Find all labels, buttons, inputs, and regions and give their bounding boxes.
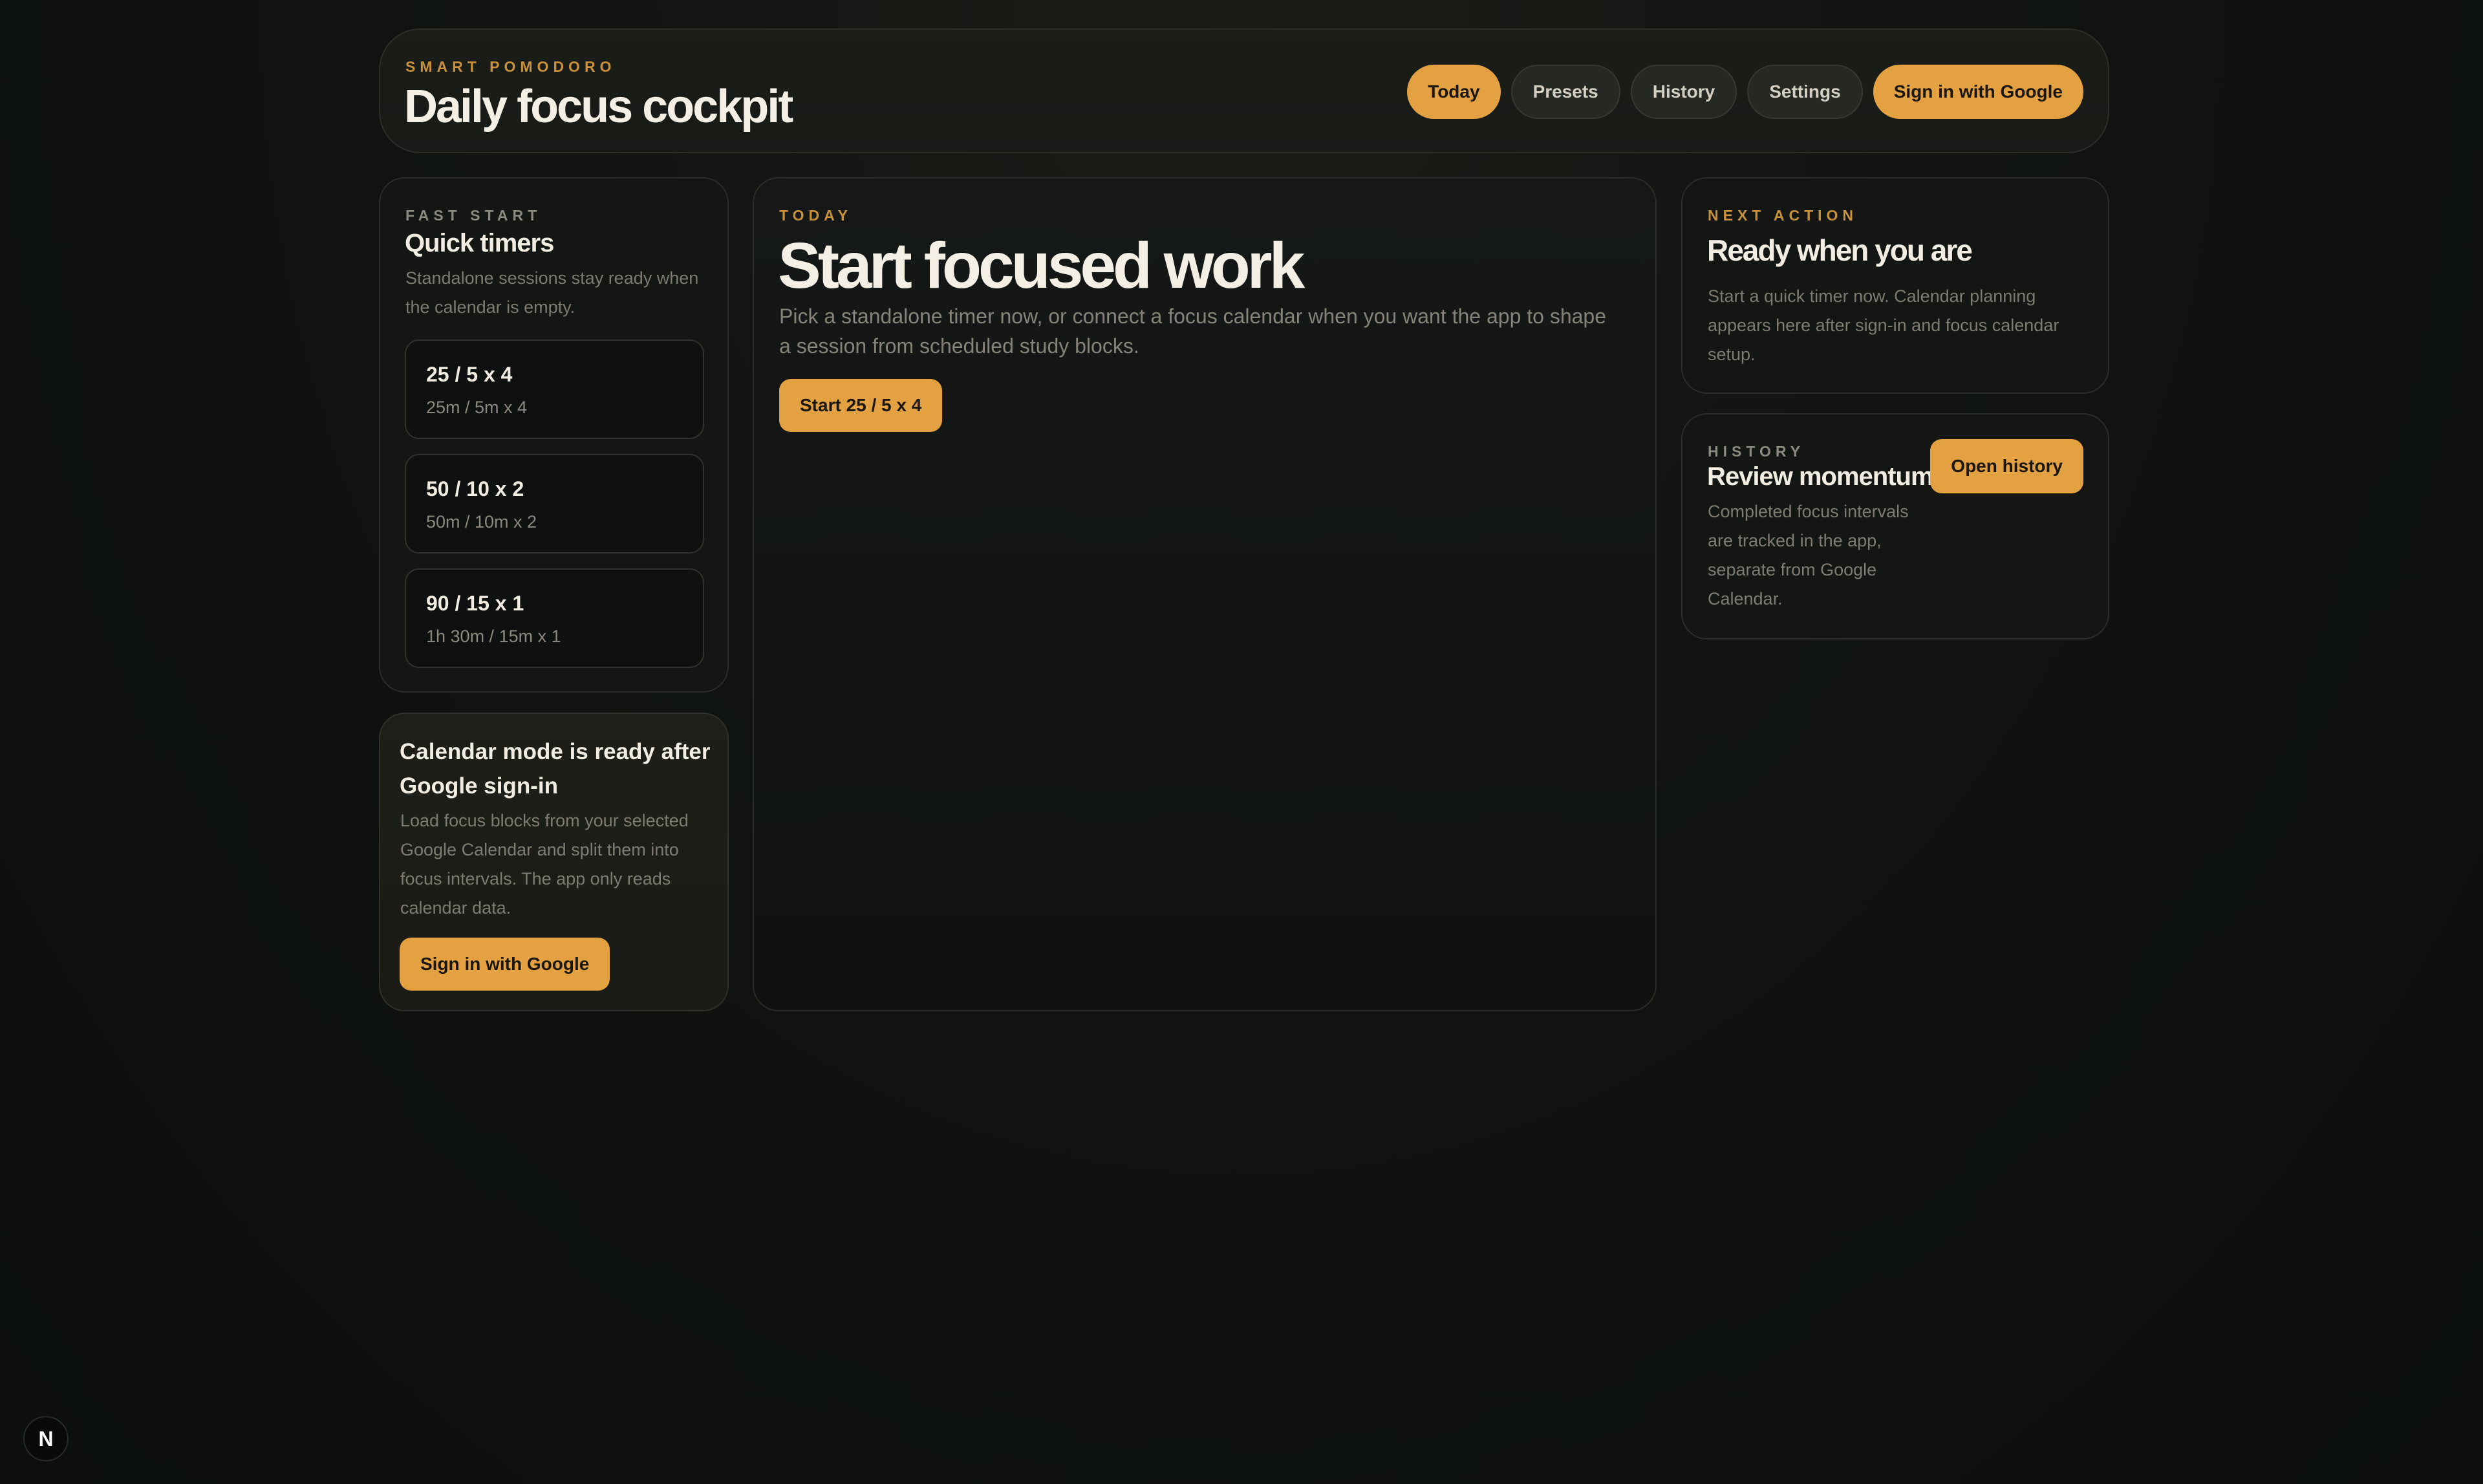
timer-preset-title: 90 / 15 x 1 [426,592,524,615]
history-title: Review momentum [1707,462,1934,491]
quick-timers-title: Quick timers [405,229,554,257]
app-header: SMART POMODORO Daily focus cockpit Today… [379,28,2109,153]
history-description: Completed focus intervals are tracked in… [1708,502,1909,608]
tab-history[interactable]: History [1630,65,1737,119]
today-description: Pick a standalone timer now, or connect … [779,305,1607,358]
next-action-title: Ready when you are [1707,233,1973,267]
quick-timers-description: Standalone sessions stay ready when the … [405,268,699,317]
tab-settings[interactable]: Settings [1747,65,1863,119]
timer-preset-50[interactable]: 50 / 10 x 2 50m / 10m x 2 [405,454,704,554]
timer-preset-subtitle: 25m / 5m x 4 [426,398,528,417]
quick-timers-card: FAST START Quick timers Standalone sessi… [379,177,729,693]
dev-tools-badge-icon[interactable]: N [23,1416,69,1461]
open-history-button[interactable]: Open history [1930,439,2083,493]
top-nav: Today Presets History Settings Sign in w… [1407,65,2083,119]
calendar-mode-card: Calendar mode is ready after Google sign… [379,713,729,1011]
header-sign-in-button[interactable]: Sign in with Google [1873,65,2083,119]
calendar-mode-title: Calendar mode is ready after Google sign… [400,739,711,799]
start-timer-button[interactable]: Start 25 / 5 x 4 [779,379,943,432]
timer-preset-25[interactable]: 25 / 5 x 4 25m / 5m x 4 [405,339,704,439]
calendar-mode-description: Load focus blocks from your selected Goo… [400,811,689,918]
timer-preset-90[interactable]: 90 / 15 x 1 1h 30m / 15m x 1 [405,568,704,668]
today-title: Start focused work [778,230,1305,302]
next-action-description: Start a quick timer now. Calendar planni… [1708,286,2059,364]
tab-presets[interactable]: Presets [1510,65,1620,119]
app-page: SMART POMODORO Daily focus cockpit Today… [0,0,2483,1484]
page-title: Daily focus cockpit [404,81,793,133]
next-action-eyebrow: NEXT ACTION [1708,207,1858,224]
timer-preset-subtitle: 1h 30m / 15m x 1 [426,627,561,646]
timer-preset-title: 50 / 10 x 2 [426,477,524,500]
calendar-sign-in-button[interactable]: Sign in with Google [400,938,610,991]
history-eyebrow: HISTORY [1708,443,1805,460]
quick-timers-eyebrow: FAST START [405,207,542,224]
timer-preset-subtitle: 50m / 10m x 2 [426,512,537,532]
timer-preset-title: 25 / 5 x 4 [426,363,513,386]
tab-today[interactable]: Today [1407,65,1501,119]
app-eyebrow: SMART POMODORO [405,58,616,75]
history-card: HISTORY Review momentum Completed focus … [1681,413,2109,640]
today-eyebrow: TODAY [779,207,852,224]
today-card: TODAY Start focused work Pick a standalo… [753,177,1657,1011]
next-action-card: NEXT ACTION Ready when you are Start a q… [1681,177,2109,394]
